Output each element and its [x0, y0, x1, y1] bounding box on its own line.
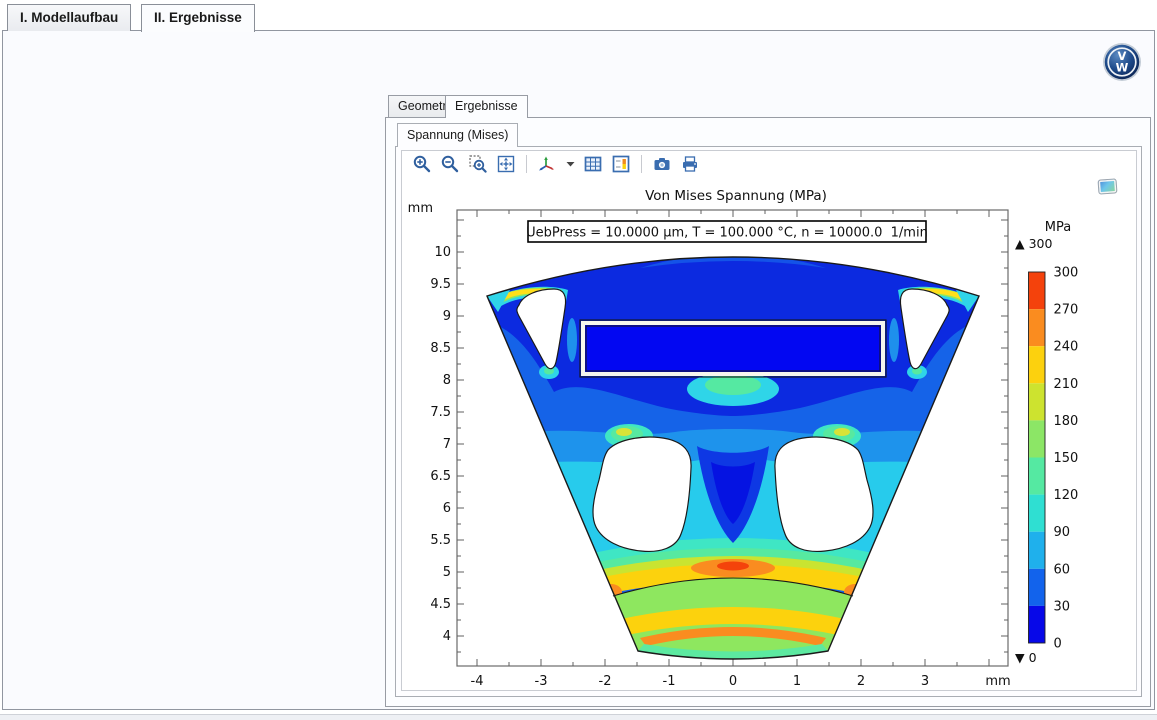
svg-text:2: 2: [857, 674, 865, 689]
svg-text:8: 8: [443, 373, 451, 388]
svg-text:120: 120: [1054, 488, 1079, 503]
window-bottom-strip: [0, 714, 1157, 720]
svg-text:-3: -3: [535, 674, 548, 689]
camera-icon: [652, 154, 672, 174]
grid-icon: [583, 154, 603, 174]
svg-text:300: 300: [1054, 266, 1079, 281]
svg-text:-1: -1: [663, 674, 676, 689]
main-tab-ergebnisse[interactable]: II. Ergebnisse: [141, 4, 255, 32]
graphics-toolbar: [411, 152, 701, 176]
zoom-extents-icon: [496, 154, 516, 174]
plot-window-icon[interactable]: [1098, 178, 1118, 194]
annotation-text: UebPress = 10.0000 µm, T = 100.000 °C, n…: [526, 226, 928, 241]
plot-title: Von Mises Spannung (MPa): [645, 188, 827, 204]
zoom-box-icon: [468, 154, 488, 174]
stress-plot-surface: [480, 205, 992, 675]
plot-tab-spannung-mises[interactable]: Spannung (Mises): [397, 123, 518, 147]
svg-text:6.5: 6.5: [430, 469, 451, 484]
svg-text:7.5: 7.5: [430, 405, 451, 420]
svg-text:0: 0: [729, 674, 737, 689]
svg-text:-4: -4: [471, 674, 484, 689]
legend-toggle-button[interactable]: [610, 153, 632, 175]
svg-text:90: 90: [1054, 525, 1071, 540]
svg-text:9: 9: [443, 309, 451, 324]
toolbar-separator: [641, 155, 642, 173]
svg-text:8.5: 8.5: [430, 341, 451, 356]
vw-logo: V W: [1102, 42, 1142, 82]
zoom-extents-button[interactable]: [495, 153, 517, 175]
grid-toggle-button[interactable]: [582, 153, 604, 175]
colorbar: MPa ▲ 300 300 270 240 210 180 150 120 90…: [1015, 220, 1078, 665]
svg-text:240: 240: [1054, 340, 1079, 355]
svg-text:9.5: 9.5: [430, 277, 451, 292]
left-cooling-hole: [593, 437, 691, 551]
snapshot-button[interactable]: [651, 153, 673, 175]
colorbar-unit: MPa: [1045, 220, 1071, 235]
svg-text:60: 60: [1054, 562, 1071, 577]
magnet-slot: [583, 323, 883, 374]
svg-text:180: 180: [1054, 414, 1079, 429]
print-button[interactable]: [679, 153, 701, 175]
svg-text:10: 10: [434, 245, 451, 260]
svg-text:3: 3: [921, 674, 929, 689]
legend-icon: [611, 154, 631, 174]
zoom-out-icon: [440, 154, 460, 174]
svg-text:1: 1: [793, 674, 801, 689]
zoom-in-button[interactable]: [411, 153, 433, 175]
zoom-out-button[interactable]: [439, 153, 461, 175]
main-tab-modellaufbau[interactable]: I. Modellaufbau: [7, 4, 131, 31]
colorbar-min: ▼ 0: [1015, 650, 1037, 665]
chevron-down-icon: [566, 161, 575, 167]
svg-text:210: 210: [1054, 377, 1079, 392]
svg-text:0: 0: [1054, 637, 1062, 652]
y-axis-unit: mm: [408, 201, 433, 216]
plot-canvas[interactable]: Von Mises Spannung (MPa) 10 9.5 9 8.5 8 …: [402, 151, 1136, 690]
svg-text:7: 7: [443, 437, 451, 452]
view-tab-ergebnisse[interactable]: Ergebnisse: [445, 95, 528, 118]
x-axis-unit: mm: [985, 674, 1010, 689]
svg-text:W: W: [1116, 61, 1129, 75]
toolbar-separator: [526, 155, 527, 173]
right-cooling-hole: [775, 437, 873, 551]
svg-text:270: 270: [1054, 303, 1079, 318]
svg-text:5: 5: [443, 565, 451, 580]
view-orientation-button[interactable]: [536, 153, 558, 175]
svg-text:6: 6: [443, 501, 451, 516]
printer-icon: [680, 154, 700, 174]
x-axis-labels: -4 -3 -2 -1 0 1 2 3: [471, 674, 930, 689]
svg-text:5.5: 5.5: [430, 533, 451, 548]
colorbar-labels: 300 270 240 210 180 150 120 90 60 30 0: [1054, 266, 1079, 652]
svg-text:4: 4: [443, 629, 451, 644]
view-orientation-dropdown[interactable]: [564, 153, 576, 175]
zoom-in-icon: [412, 154, 432, 174]
svg-text:4.5: 4.5: [430, 597, 451, 612]
svg-text:30: 30: [1054, 599, 1071, 614]
colorbar-max: ▲ 300: [1015, 236, 1052, 251]
svg-text:150: 150: [1054, 451, 1079, 466]
y-axis-labels: 10 9.5 9 8.5 8 7.5 7 6.5 6 5.5 5 4.5 4: [430, 245, 451, 644]
zoom-box-button[interactable]: [467, 153, 489, 175]
svg-text:-2: -2: [599, 674, 612, 689]
view-orientation-icon: [537, 154, 557, 174]
